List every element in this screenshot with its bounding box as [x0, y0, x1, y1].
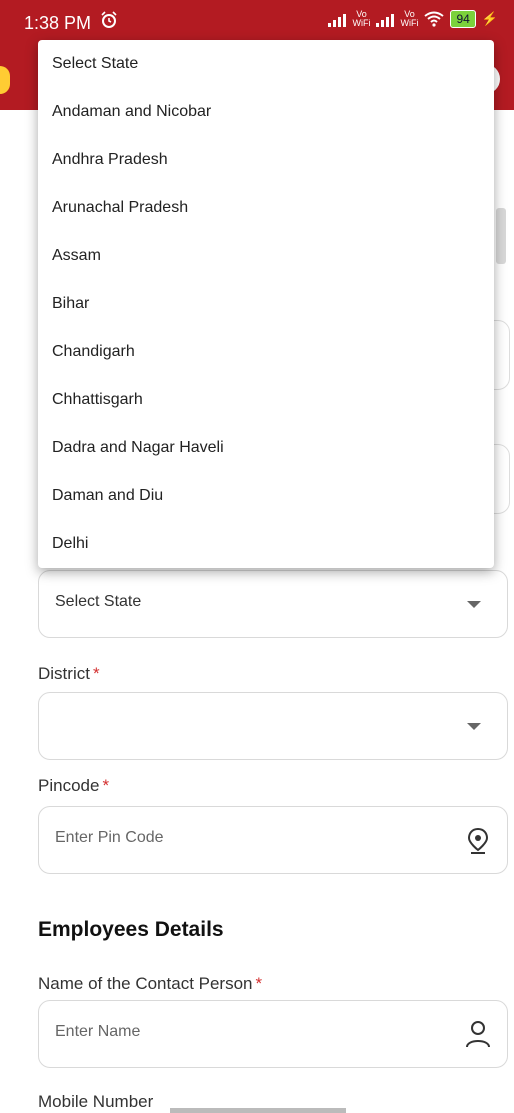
pincode-label-text: Pincode: [38, 776, 100, 795]
dropdown-item-delhi[interactable]: Delhi: [38, 520, 494, 568]
charging-icon: ⚡: [481, 11, 498, 26]
state-select-value: Select State: [55, 593, 142, 610]
status-time: 1:38 PM: [24, 13, 92, 33]
wifi-icon: [424, 11, 445, 27]
battery-icon: 94: [450, 10, 476, 28]
status-icons: Vo WiFi Vo WiFi 94 ⚡: [328, 10, 498, 28]
person-icon: [466, 1021, 490, 1048]
signal-icon-2: [376, 11, 395, 27]
pincode-label: Pincode *: [38, 776, 109, 796]
contact-name-field[interactable]: Enter Name: [38, 1000, 508, 1068]
dropdown-item-daman-and-diu[interactable]: Daman and Diu: [38, 472, 494, 520]
dropdown-item-assam[interactable]: Assam: [38, 232, 494, 280]
district-label-text: District: [38, 664, 90, 683]
pincode-placeholder: Enter Pin Code: [55, 829, 164, 846]
required-mark: *: [255, 974, 263, 993]
district-select[interactable]: [38, 692, 508, 760]
district-label: District *: [38, 664, 100, 684]
dropdown-item-select-state[interactable]: Select State: [38, 40, 494, 88]
chevron-down-icon: [467, 723, 481, 730]
dropdown-item-bihar[interactable]: Bihar: [38, 280, 494, 328]
dropdown-item-chhattisgarh[interactable]: Chhattisgarh: [38, 376, 494, 424]
state-select[interactable]: Select State: [38, 570, 508, 638]
dropdown-item-andhra-pradesh[interactable]: Andhra Pradesh: [38, 136, 494, 184]
alarm-icon: [101, 11, 117, 28]
dropdown-item-chandigarh[interactable]: Chandigarh: [38, 328, 494, 376]
contact-label-text: Name of the Contact Person: [38, 974, 253, 993]
contact-placeholder: Enter Name: [55, 1023, 141, 1040]
dropdown-item-dadra-and-nagar-haveli[interactable]: Dadra and Nagar Haveli: [38, 424, 494, 472]
vowifi-icon: Vo WiFi: [352, 9, 371, 28]
location-pin-icon[interactable]: [463, 825, 493, 855]
section-title: Employees Details: [38, 918, 224, 941]
dropdown-item-arunachal-pradesh[interactable]: Arunachal Pradesh: [38, 184, 494, 232]
pincode-field[interactable]: Enter Pin Code: [38, 806, 508, 874]
signal-icon: [328, 11, 347, 27]
mobile-label: Mobile Number: [38, 1092, 154, 1111]
state-dropdown-menu: Select State Andaman and Nicobar Andhra …: [38, 40, 494, 568]
required-mark: *: [92, 664, 100, 683]
dropdown-item-andaman-and-nicobar[interactable]: Andaman and Nicobar: [38, 88, 494, 136]
chevron-down-icon: [467, 601, 481, 608]
scroll-indicator: [496, 208, 506, 264]
required-mark: *: [102, 776, 110, 795]
gesture-nav-bar[interactable]: [170, 1108, 346, 1113]
vowifi-icon-2: Vo WiFi: [400, 9, 419, 28]
contact-label: Name of the Contact Person *: [38, 974, 262, 994]
